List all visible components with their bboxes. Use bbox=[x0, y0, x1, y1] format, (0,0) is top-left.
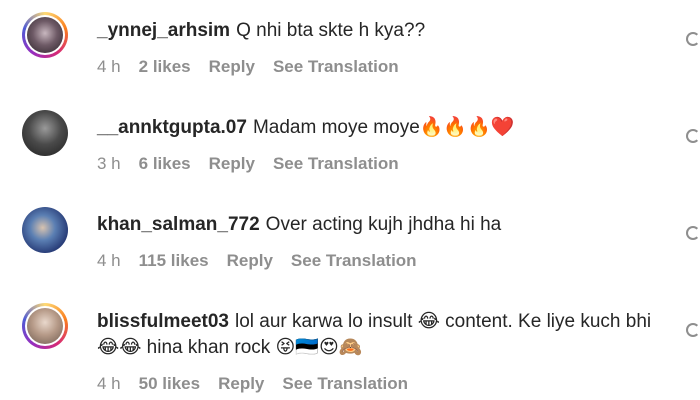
comment-text-line: blissfulmeet03 lol aur karwa lo insult 😂 … bbox=[97, 309, 660, 361]
comment-text-line: _ynnej_arhsim Q nhi bta skte h kya?? bbox=[97, 18, 660, 44]
comment-text: Madam moye moye🔥🔥🔥❤️ bbox=[252, 117, 515, 138]
heart-icon[interactable] bbox=[686, 129, 700, 143]
comment-likes[interactable]: 6 likes bbox=[139, 154, 191, 173]
comment-username[interactable]: khan_salman_772 bbox=[97, 214, 260, 235]
comment-meta: 3 h 6 likes Reply See Translation bbox=[97, 154, 417, 174]
avatar[interactable] bbox=[22, 303, 68, 349]
comment-username[interactable]: _ynnej_arhsim bbox=[97, 20, 230, 41]
comment-username[interactable]: blissfulmeet03 bbox=[97, 311, 229, 332]
comment-text: Q nhi bta skte h kya?? bbox=[236, 20, 426, 41]
comment-meta: 4 h 115 likes Reply See Translation bbox=[97, 251, 435, 271]
comment-meta: 4 h 50 likes Reply See Translation bbox=[97, 374, 426, 394]
avatar[interactable] bbox=[22, 207, 68, 253]
comment-username[interactable]: __annktgupta.07 bbox=[97, 117, 247, 138]
comment-text-line: khan_salman_772 Over acting kujh jhdha hi… bbox=[97, 212, 660, 238]
avatar[interactable] bbox=[22, 12, 68, 58]
comment-likes[interactable]: 50 likes bbox=[139, 374, 200, 393]
reply-button[interactable]: Reply bbox=[218, 374, 264, 393]
comment-likes[interactable]: 2 likes bbox=[139, 57, 191, 76]
comment-time: 3 h bbox=[97, 154, 121, 173]
comment-time: 4 h bbox=[97, 374, 121, 393]
comment-text-line: __annktgupta.07 Madam moye moye🔥🔥🔥❤️ bbox=[97, 115, 660, 141]
reply-button[interactable]: Reply bbox=[227, 251, 273, 270]
comment-time: 4 h bbox=[97, 57, 121, 76]
see-translation-button[interactable]: See Translation bbox=[273, 57, 399, 76]
see-translation-button[interactable]: See Translation bbox=[282, 374, 408, 393]
heart-icon[interactable] bbox=[686, 323, 700, 337]
comment-likes[interactable]: 115 likes bbox=[139, 251, 209, 270]
see-translation-button[interactable]: See Translation bbox=[273, 154, 399, 173]
see-translation-button[interactable]: See Translation bbox=[291, 251, 417, 270]
avatar[interactable] bbox=[22, 110, 68, 156]
comment-time: 4 h bbox=[97, 251, 121, 270]
reply-button[interactable]: Reply bbox=[209, 57, 255, 76]
heart-icon[interactable] bbox=[686, 226, 700, 240]
comment-meta: 4 h 2 likes Reply See Translation bbox=[97, 57, 417, 77]
reply-button[interactable]: Reply bbox=[209, 154, 255, 173]
comment-text: Over acting kujh jhdha hi ha bbox=[265, 214, 502, 235]
heart-icon[interactable] bbox=[686, 32, 700, 46]
